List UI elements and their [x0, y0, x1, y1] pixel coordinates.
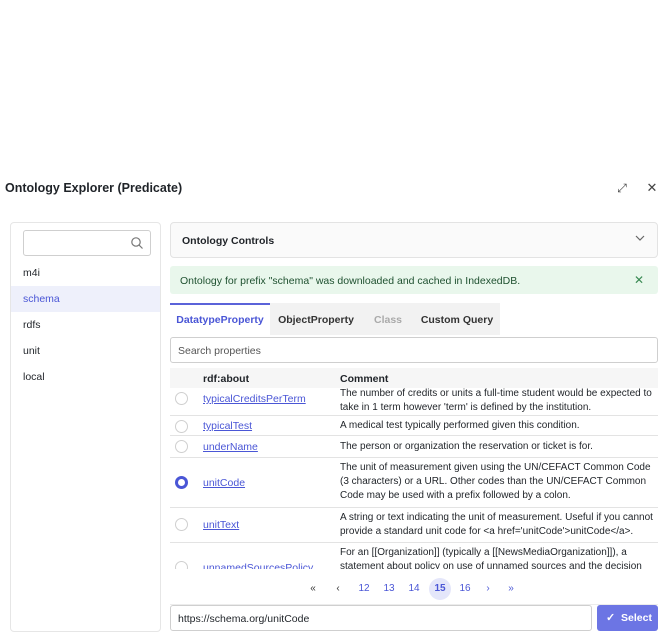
search-icon — [131, 237, 143, 249]
prefix-item-unit[interactable]: unit — [11, 338, 160, 364]
property-tabs: DatatypeProperty ObjectProperty Class Cu… — [170, 303, 658, 335]
check-icon: ✓ — [606, 612, 616, 624]
prefix-list: m4i schema rdfs unit local — [11, 260, 160, 390]
modal-header: Ontology Explorer (Predicate) ⤢ ✕ — [0, 176, 665, 200]
last-page-button[interactable]: » — [504, 578, 518, 600]
alert-close-icon[interactable]: ✕ — [634, 273, 644, 287]
table-row[interactable]: unnamedSourcesPolicy For an [[Organizati… — [170, 543, 658, 569]
pagination: « ‹ 12 13 14 15 16 › » — [170, 578, 658, 600]
property-link[interactable]: underName — [203, 441, 258, 453]
page-button[interactable]: 13 — [379, 578, 399, 600]
chevron-down-icon — [635, 234, 645, 245]
property-link[interactable]: unitCode — [203, 477, 245, 489]
ontology-controls-label: Ontology Controls — [182, 235, 275, 247]
property-comment: The number of credits or units a full-ti… — [340, 388, 652, 413]
prefix-item-local[interactable]: local — [11, 364, 160, 390]
property-link[interactable]: unnamedSourcesPolicy — [203, 562, 313, 569]
row-radio[interactable] — [175, 420, 188, 433]
selected-uri-value: https://schema.org/unitCode — [178, 613, 310, 625]
table-row[interactable]: typicalTest A medical test typically per… — [170, 416, 658, 436]
property-link[interactable]: typicalTest — [203, 420, 252, 432]
prev-page-button[interactable]: ‹ — [332, 578, 344, 600]
first-page-button[interactable]: « — [306, 578, 320, 600]
prefix-item-rdfs[interactable]: rdfs — [11, 312, 160, 338]
row-radio-selected[interactable] — [175, 476, 188, 489]
prefix-search-input[interactable] — [23, 230, 151, 256]
header-comment: Comment — [340, 373, 389, 385]
tab-objectproperty[interactable]: ObjectProperty — [270, 303, 362, 335]
success-alert: Ontology for prefix "schema" was downloa… — [170, 266, 658, 294]
select-button-label: Select — [621, 612, 652, 624]
select-button[interactable]: ✓ Select — [597, 605, 658, 631]
property-comment: The unit of measurement given using the … — [340, 462, 651, 501]
row-radio[interactable] — [175, 440, 188, 453]
table-header: rdf:about Comment — [170, 368, 658, 388]
property-comment: A string or text indicating the unit of … — [340, 512, 653, 537]
selected-uri-input[interactable]: https://schema.org/unitCode — [170, 605, 592, 631]
page-button[interactable]: 16 — [455, 578, 475, 600]
property-search-placeholder: Search properties — [178, 345, 261, 357]
property-comment: For an [[Organization]] (typically a [[N… — [340, 547, 642, 569]
tab-custom-query[interactable]: Custom Query — [414, 303, 500, 335]
property-comment: A medical test typically performed given… — [340, 420, 580, 431]
table-row[interactable]: unitCode The unit of measurement given u… — [170, 458, 658, 508]
next-page-button[interactable]: › — [482, 578, 494, 600]
prefix-item-schema[interactable]: schema — [11, 286, 160, 312]
close-icon[interactable]: ✕ — [644, 180, 660, 196]
row-radio[interactable] — [175, 518, 188, 531]
modal-title: Ontology Explorer (Predicate) — [5, 181, 183, 195]
tab-datatypeproperty[interactable]: DatatypeProperty — [170, 303, 270, 335]
property-link[interactable]: typicalCreditsPerTerm — [203, 393, 306, 405]
table-row[interactable]: typicalCreditsPerTerm The number of cred… — [170, 388, 658, 416]
properties-table: rdf:about Comment typicalCreditsPerTerm … — [170, 368, 658, 569]
property-search-input[interactable]: Search properties — [170, 337, 658, 363]
page-button[interactable]: 14 — [404, 578, 424, 600]
prefix-panel: m4i schema rdfs unit local — [10, 222, 161, 632]
property-comment: The person or organization the reservati… — [340, 441, 593, 452]
current-page-button[interactable]: 15 — [429, 578, 451, 600]
expand-icon[interactable]: ⤢ — [614, 180, 630, 196]
alert-text: Ontology for prefix "schema" was downloa… — [180, 275, 521, 287]
row-radio[interactable] — [175, 561, 188, 569]
property-link[interactable]: unitText — [203, 519, 239, 531]
table-row[interactable]: underName The person or organization the… — [170, 436, 658, 458]
prefix-item-m4i[interactable]: m4i — [11, 260, 160, 286]
page-button[interactable]: 12 — [354, 578, 374, 600]
row-radio[interactable] — [175, 392, 188, 405]
tab-class: Class — [362, 303, 414, 335]
ontology-controls-accordion[interactable]: Ontology Controls — [170, 222, 658, 258]
header-rdf-about: rdf:about — [203, 373, 250, 385]
table-row[interactable]: unitText A string or text indicating the… — [170, 508, 658, 543]
